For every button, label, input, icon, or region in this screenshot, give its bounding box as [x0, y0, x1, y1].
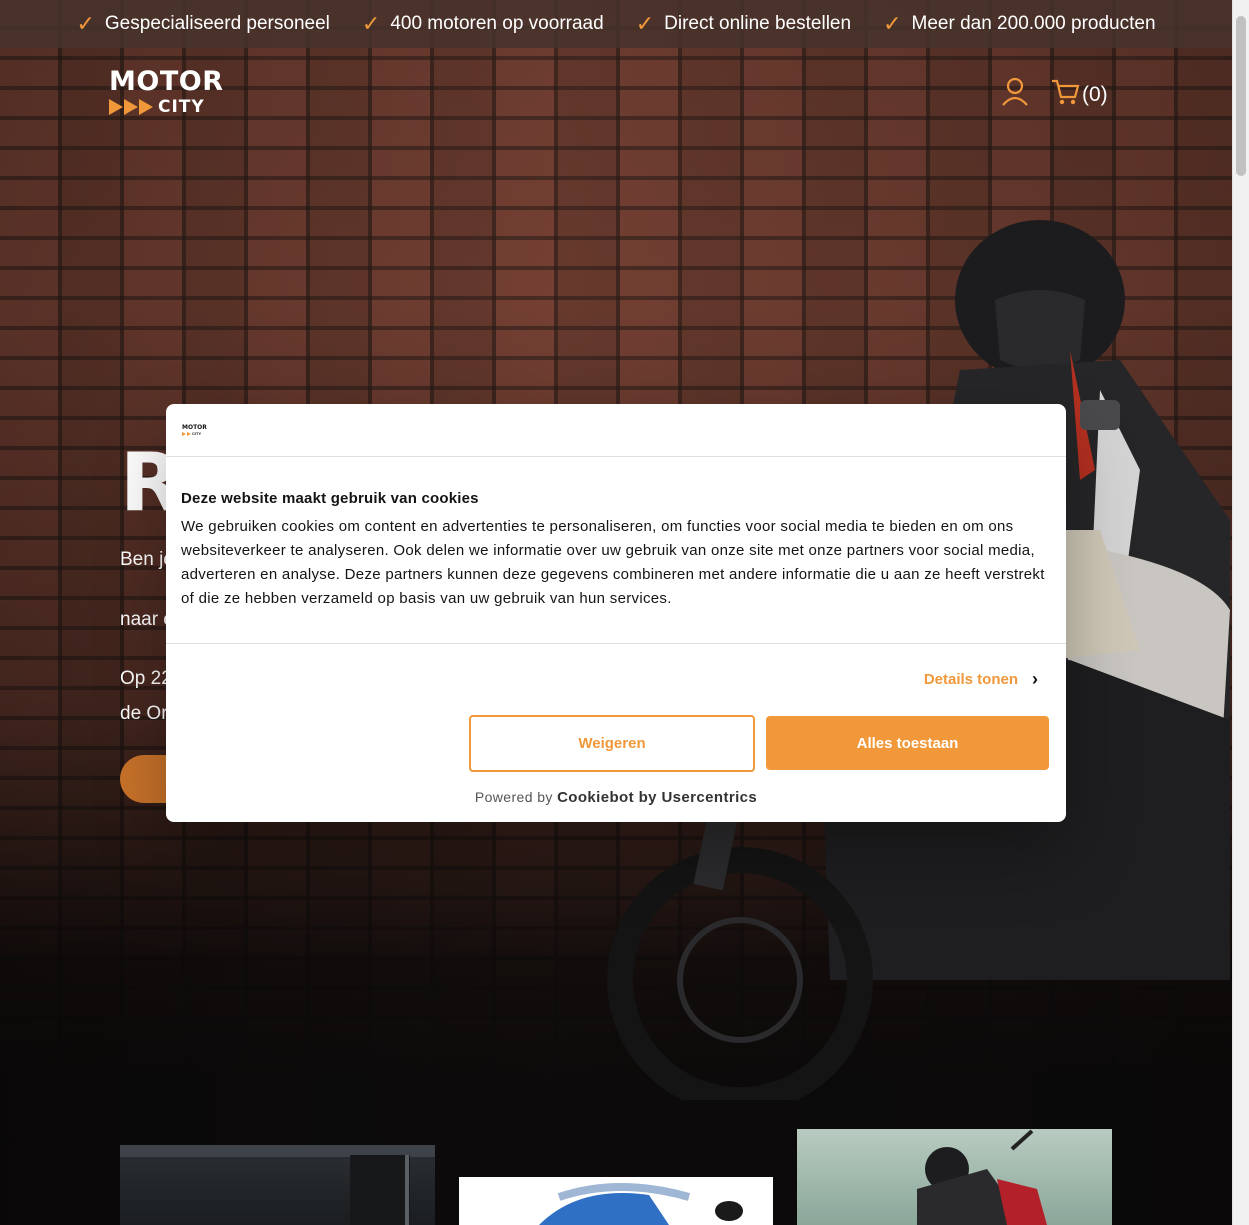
product-tile[interactable] — [120, 1145, 435, 1225]
account-icon[interactable] — [1000, 76, 1030, 113]
cookie-consent-dialog: MOTOR CITY Deze website maakt gebruik va… — [166, 404, 1066, 822]
usp-item: ✓ Meer dan 200.000 producten — [883, 13, 1155, 35]
logo-text-city: CITY — [158, 97, 205, 117]
decline-button[interactable]: Weigeren — [469, 715, 755, 772]
dialog-header: MOTOR CITY — [166, 404, 1066, 457]
site-logo[interactable]: MOTOR CITY — [109, 66, 227, 117]
accept-all-button[interactable]: Alles toestaan — [766, 716, 1049, 770]
product-tile[interactable] — [459, 1177, 773, 1225]
hero-text-line: Op 22 — [120, 668, 172, 689]
details-label: Details tonen — [923, 671, 1018, 688]
dialog-title: Deze website maakt gebruik van cookies — [181, 490, 479, 507]
usp-label: Meer dan 200.000 producten — [911, 13, 1156, 34]
dialog-logo: MOTOR CITY — [182, 425, 207, 436]
powered-brand-link[interactable]: Cookiebot by Usercentrics — [557, 789, 757, 806]
scrollbar-thumb[interactable] — [1236, 16, 1246, 176]
powered-prefix: Powered by — [474, 789, 553, 805]
cart-icon — [1050, 77, 1080, 112]
check-icon: ✓ — [883, 11, 902, 36]
page-scrollbar[interactable] — [1232, 0, 1249, 1225]
usp-item: ✓ Direct online bestellen — [636, 13, 851, 35]
chevron-right-icon: › — [1032, 669, 1038, 689]
usp-item: ✓ Gespecialiseerd personeel — [76, 13, 329, 35]
details-link[interactable]: Details tonen › — [924, 669, 1038, 690]
check-icon: ✓ — [635, 11, 655, 36]
logo-text-motor: MOTOR — [109, 66, 224, 97]
product-tile[interactable] — [797, 1129, 1112, 1225]
usp-label: 400 motoren op voorraad — [390, 13, 604, 34]
dialog-logo-city: CITY — [192, 431, 202, 436]
usp-label: Gespecialiseerd personeel — [104, 13, 330, 34]
dialog-body: Deze website maakt gebruik van cookies W… — [166, 457, 1066, 644]
cart-count: (0) — [1082, 82, 1108, 106]
check-icon: ✓ — [361, 11, 381, 36]
dialog-description: We gebruiken cookies om content en adver… — [181, 518, 1045, 607]
usp-bar: ✓ Gespecialiseerd personeel ✓ 400 motore… — [0, 0, 1232, 48]
header-actions: (0) — [1000, 76, 1108, 113]
chevrons-icon — [109, 99, 154, 115]
powered-by: Powered by Cookiebot by Usercentrics — [166, 789, 1066, 806]
hero-text-line: de Or — [120, 703, 168, 724]
usp-label: Direct online bestellen — [664, 13, 852, 34]
check-icon: ✓ — [76, 11, 95, 36]
usp-item: ✓ 400 motoren op voorraad — [362, 13, 604, 35]
cart-button[interactable]: (0) — [1050, 77, 1108, 112]
